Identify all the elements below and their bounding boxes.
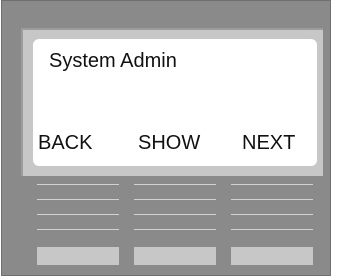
softkey-show-label[interactable]: SHOW <box>138 132 200 155</box>
display-screen: System Admin BACK SHOW NEXT <box>33 39 317 166</box>
speaker-grille-left <box>37 184 119 239</box>
screen-title: System Admin <box>49 50 177 72</box>
softkey-next-button[interactable] <box>231 247 313 265</box>
speaker-grille-right <box>231 184 313 239</box>
speaker-grille-center <box>134 184 216 239</box>
softkey-back-label[interactable]: BACK <box>38 132 92 155</box>
phone-device: System Admin BACK SHOW NEXT <box>1 0 331 276</box>
softkey-back-button[interactable] <box>37 247 119 265</box>
softkey-show-button[interactable] <box>134 247 216 265</box>
display-bezel: System Admin BACK SHOW NEXT <box>21 28 323 176</box>
softkey-next-label[interactable]: NEXT <box>242 132 295 155</box>
